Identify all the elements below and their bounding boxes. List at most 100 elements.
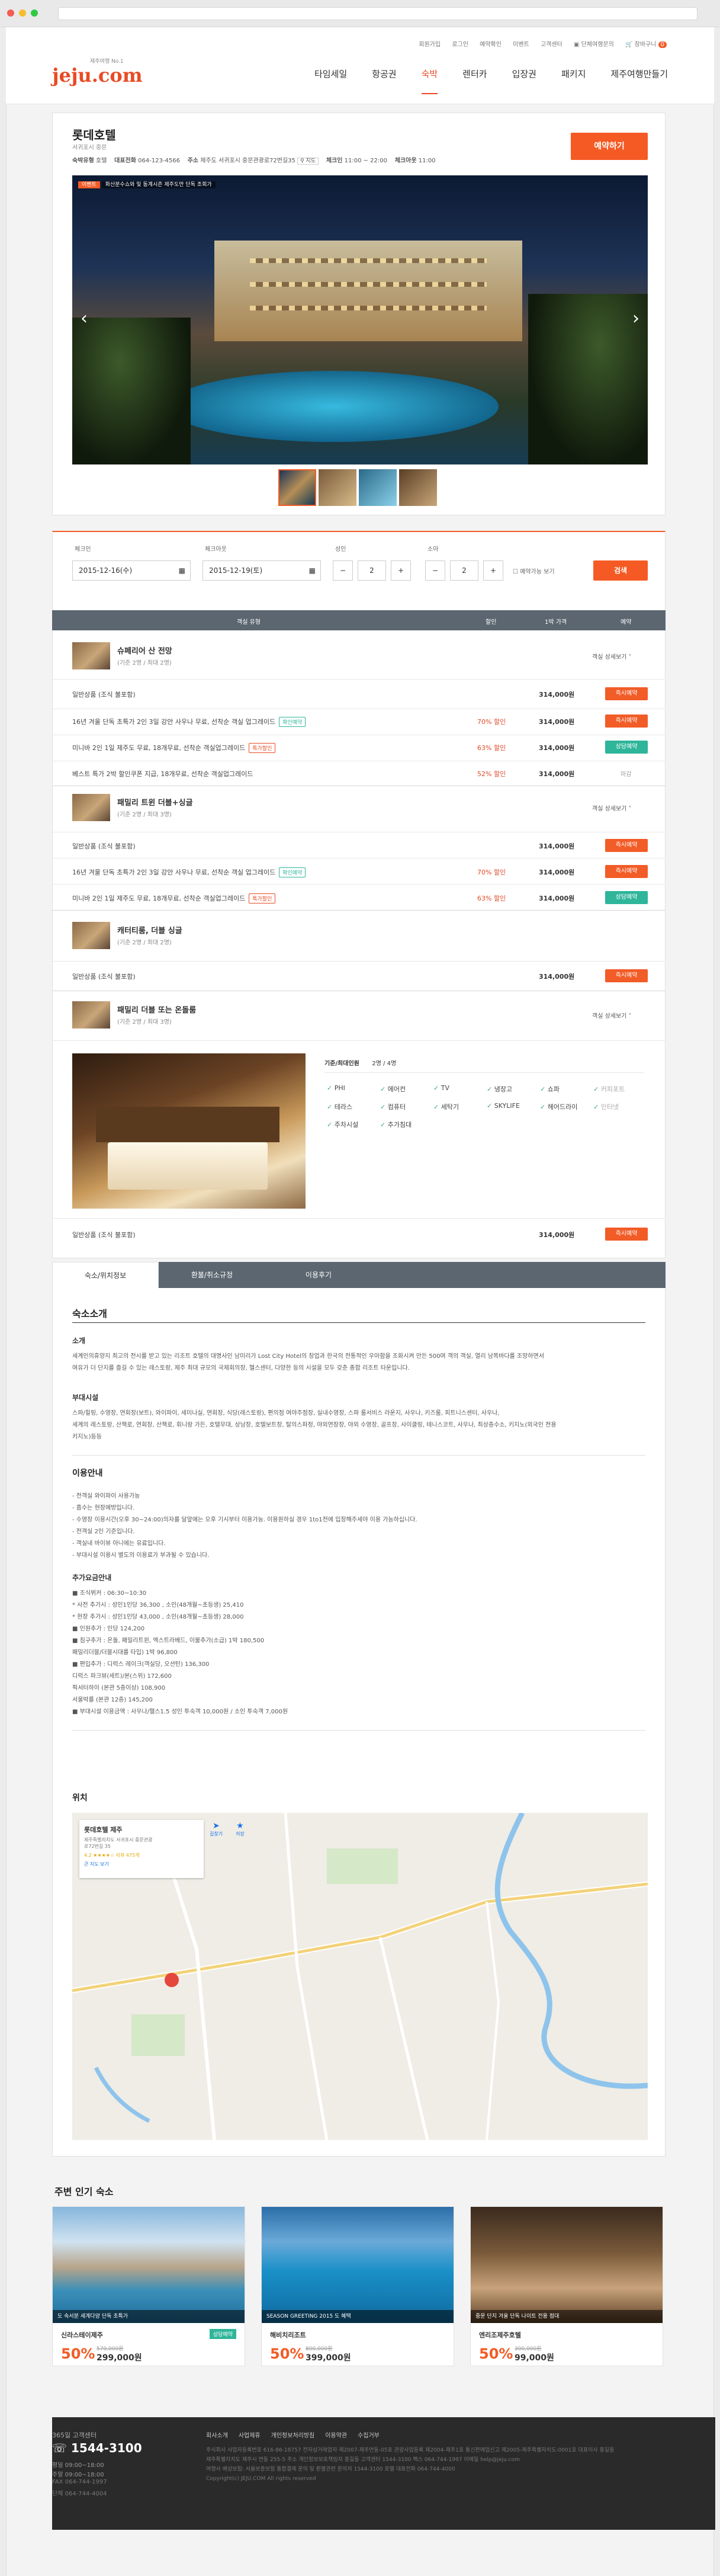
nearby-card[interactable]: 도 속서분 세계다양 단독 초특가 신라스테이제주 상담예약 50% 570,0… <box>52 2206 245 2366</box>
rate-tag: 특가할인 <box>249 743 276 753</box>
nav-ticket[interactable]: 입장권 <box>512 68 536 80</box>
util-group-link[interactable]: ▣ 단체여행문의 <box>574 41 614 48</box>
book-rate-button[interactable]: 즉시예약 <box>605 865 648 878</box>
nearby-price: 99,000원 <box>515 2353 554 2363</box>
guide-line: - 전객실 2인 기준입니다. <box>72 1529 135 1535</box>
prev-photo-icon[interactable]: ‹ <box>81 308 88 329</box>
location-map[interactable]: 롯데호텔 제주 제주특별자치도 서귀포시 중문관광 로72번길 35 4.2 ★… <box>72 1813 648 2140</box>
maximize-window-icon[interactable] <box>31 9 38 17</box>
amenity-item-unavailable: 인터넷 <box>593 1102 619 1111</box>
checkout-label: 체크아웃 <box>205 546 227 553</box>
hotel-location: 서귀포시 중문 <box>72 145 107 151</box>
map-button[interactable]: ⚲ 지도 <box>297 158 319 165</box>
nav-flight[interactable]: 항공권 <box>372 68 396 80</box>
room-detail-toggle[interactable]: 객실 상세보기 ˄ <box>592 1011 632 1020</box>
nav-trip-builder[interactable]: 제주여행만들기 <box>610 68 668 80</box>
search-button[interactable]: 검색 <box>593 560 648 581</box>
rate-price: 314,000원 <box>539 895 575 902</box>
child-count-input[interactable]: 2 <box>450 560 478 581</box>
book-rate-button[interactable]: 즉시예약 <box>605 687 648 700</box>
room-name: 캐터티룸, 더블 싱글 <box>117 927 182 935</box>
room-detail-toggle[interactable]: 객실 상세보기 ˅ <box>592 803 632 812</box>
cs-weekday: 평일 09:00~18:00 <box>52 2462 104 2469</box>
footer-link-terms[interactable]: 이용약관 <box>325 2430 347 2439</box>
guide-line: - 부대시설 이용시 별도의 이용료가 부과될 수 있습니다. <box>72 1552 210 1559</box>
nearby-title: 주변 인기 숙소 <box>54 2186 114 2197</box>
rate-tag: 특가할인 <box>249 893 276 903</box>
book-rate-button[interactable]: 즉시예약 <box>605 715 648 728</box>
address-bar[interactable] <box>58 7 698 20</box>
util-signup-link[interactable]: 회원가입 <box>419 41 441 48</box>
rate-title: 베스트 특가 2박 할인쿠폰 지급, 18개무료, 선착순 객실업그레이드 <box>72 770 253 778</box>
amenity-item: 테라스 <box>327 1102 352 1111</box>
nearby-price: 299,000원 <box>97 2353 142 2363</box>
close-window-icon[interactable] <box>7 9 14 17</box>
adult-plus-button[interactable]: + <box>391 560 411 581</box>
util-event-link[interactable]: 이벤트 <box>513 41 529 48</box>
book-now-button[interactable]: 예약하기 <box>571 133 648 160</box>
extra-fee-subtitle: 추가요금안내 <box>72 1574 112 1582</box>
rate-price: 314,000원 <box>539 973 575 981</box>
map-directions-button[interactable]: ➤ 길찾기 <box>210 1821 223 1837</box>
rate-price: 314,000원 <box>539 718 575 726</box>
child-plus-button[interactable]: + <box>483 560 503 581</box>
child-minus-button[interactable]: − <box>425 560 445 581</box>
amenity-item: 쇼파 <box>540 1084 560 1094</box>
book-rate-button[interactable]: 즉시예약 <box>605 1228 648 1241</box>
util-reservation-link[interactable]: 예약확인 <box>480 41 502 48</box>
checkout-date-input[interactable]: 2015-12-19(토) ▦ <box>202 560 321 581</box>
photo-thumb-3[interactable] <box>359 469 397 506</box>
tab-reviews[interactable]: 이용후기 <box>265 1262 372 1288</box>
nearby-discount: 50% <box>270 2346 304 2362</box>
tab-stay-info[interactable]: 숙소/위치정보 <box>52 1262 159 1288</box>
util-login-link[interactable]: 로그인 <box>452 41 468 48</box>
photo-thumb-2[interactable] <box>319 469 356 506</box>
amenity-item: SKYLIFE <box>487 1102 520 1110</box>
photo-thumb-1[interactable] <box>278 469 316 506</box>
nearby-photo <box>53 2207 245 2323</box>
nav-rentcar[interactable]: 렌터카 <box>462 68 487 80</box>
rate-discount: 63% 할인 <box>477 895 506 902</box>
consult-rate-button[interactable]: 상담예약 <box>605 741 648 754</box>
footer-link-refuse[interactable]: 수집거부 <box>358 2430 380 2439</box>
book-rate-button[interactable]: 즉시예약 <box>605 839 648 852</box>
photo-thumb-4[interactable] <box>399 469 437 506</box>
amenity-item: PHI <box>327 1084 345 1092</box>
guide-line: - 흡수는 현장에방입니다. <box>72 1505 135 1511</box>
rate-price: 314,000원 <box>539 770 575 778</box>
nav-stay[interactable]: 숙박 <box>421 68 438 94</box>
checkin-date-input[interactable]: 2015-12-16(수) ▦ <box>72 560 191 581</box>
room-detail-toggle[interactable]: 객실 상세보기 ˅ <box>592 652 632 661</box>
extra-line: ■ 편입추가 : 디럭스 레이크(객실당, 오션턴) 136,300 <box>72 1661 210 1668</box>
available-only-checkbox[interactable]: ☐ 예약가능 보기 <box>513 566 555 575</box>
hotel-map-pin[interactable] <box>165 1973 179 1987</box>
site-logo[interactable]: jeju.com 제주여행 No.1 <box>52 59 143 86</box>
cs-phone: ☏ 1544-3100 <box>52 2441 142 2455</box>
map-larger-link[interactable]: 큰 지도 보기 <box>84 1861 199 1867</box>
checkin-label: 체크인 <box>75 546 91 553</box>
footer-link-partner[interactable]: 사업제휴 <box>239 2430 261 2439</box>
rate-discount: 63% 할인 <box>477 744 506 752</box>
next-photo-icon[interactable]: › <box>632 308 639 329</box>
util-cs-link[interactable]: 고객센터 <box>541 41 562 48</box>
tab-refund-policy[interactable]: 환불/취소규정 <box>159 1262 265 1288</box>
footer-link-company[interactable]: 회사소개 <box>206 2430 228 2439</box>
nearby-caption: 중문 단지 겨울 단독 나이트 전용 점대 <box>471 2310 663 2323</box>
col-discount: 할인 <box>486 619 497 626</box>
consult-rate-button[interactable]: 상담예약 <box>605 891 648 904</box>
room-spec: (기준 2명 / 최대 3명) <box>117 812 172 818</box>
footer-links: 회사소개 사업제휴 개인정보처리방침 이용약관 수집거부 <box>206 2430 380 2439</box>
extra-line: 패밀리더블/더블시대를 타입) 1박 96,800 <box>72 1649 178 1656</box>
book-rate-button[interactable]: 즉시예약 <box>605 969 648 982</box>
nearby-card[interactable]: SEASON GREETING 2015 도 혜택 해비치리조트 50% 800… <box>261 2206 454 2366</box>
adult-count-input[interactable]: 2 <box>358 560 386 581</box>
map-save-button[interactable]: ★ 저장 <box>236 1821 245 1837</box>
nav-package[interactable]: 패키지 <box>561 68 586 80</box>
adult-minus-button[interactable]: − <box>333 560 353 581</box>
footer-link-privacy[interactable]: 개인정보처리방침 <box>271 2430 315 2439</box>
nav-timesale[interactable]: 타임세일 <box>314 68 347 80</box>
util-cart-link[interactable]: 🛒 장바구니 0 <box>625 41 667 48</box>
amenity-item: 냉장고 <box>487 1084 512 1094</box>
nearby-card[interactable]: 중문 단지 겨울 단독 나이트 전용 점대 엔리조제주호텔 50% 300,00… <box>470 2206 663 2366</box>
minimize-window-icon[interactable] <box>19 9 26 17</box>
